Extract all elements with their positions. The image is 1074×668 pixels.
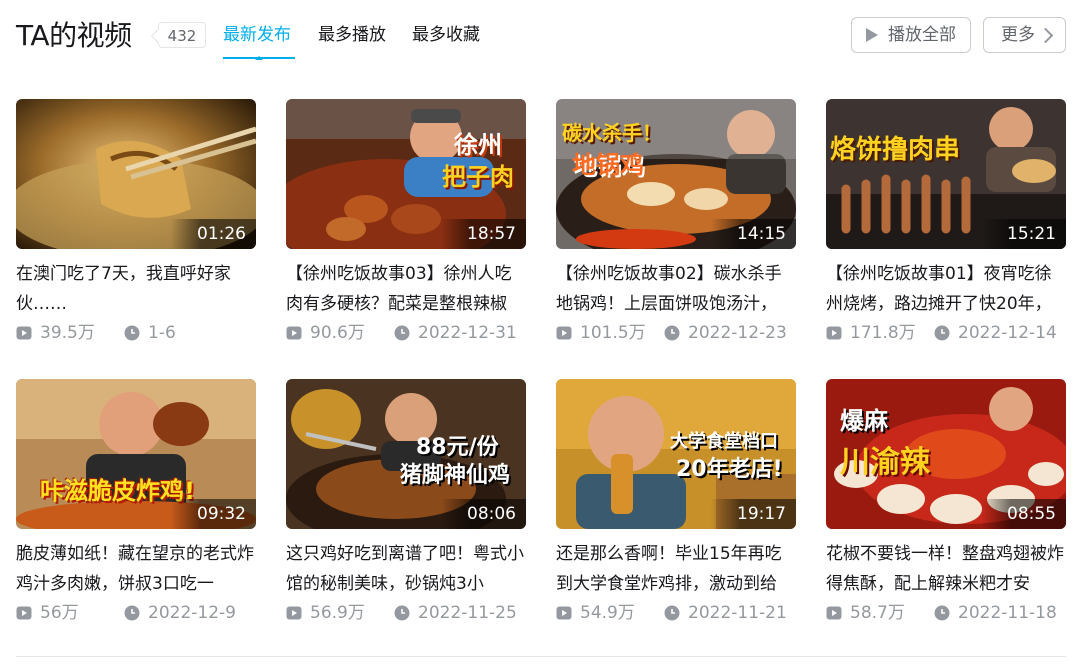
view-count: 90.6万 [310, 323, 365, 343]
thumbnail-caption: 爆麻 [840, 407, 888, 435]
play-count-icon [16, 326, 32, 340]
view-count: 58.7万 [850, 603, 905, 623]
video-count-badge: 432 [158, 22, 206, 48]
video-meta: 90.6万 2022-12-31 [286, 321, 526, 345]
video-thumbnail[interactable]: 碳水杀手！ 地锅鸡 14:15 [556, 99, 796, 249]
video-meta: 171.8万 2022-12-14 [826, 321, 1066, 345]
more-label: 更多 [1001, 25, 1035, 45]
thumbnail-caption: 川渝辣 [840, 445, 930, 480]
play-icon [866, 28, 878, 42]
video-title[interactable]: 在澳门吃了7天，我直呼好家伙…… [16, 259, 256, 319]
video-card[interactable]: 爆麻 川渝辣 08:55 花椒不要钱一样！整盘鸡翅被炸得焦酥，配上解辣米粑才安 … [826, 379, 1066, 631]
clock-icon [394, 605, 410, 621]
thumbnail-caption: 碳水杀手！ [562, 121, 662, 145]
thumbnail-caption: 地锅鸡 [572, 151, 644, 179]
video-duration: 01:26 [171, 219, 256, 249]
thumbnail-caption: 20年老店! [676, 457, 783, 482]
publish-date: 2022-11-25 [418, 603, 517, 623]
section-divider [16, 656, 1066, 657]
play-all-button[interactable]: 播放全部 [851, 17, 971, 53]
video-list-header: TA的视频 432 最新发布 最多播放 最多收藏 播放全部 更多 [0, 0, 1074, 70]
video-meta: 56.9万 2022-11-25 [286, 601, 526, 625]
play-count-icon [286, 606, 302, 620]
clock-icon [124, 605, 140, 621]
video-card[interactable]: 咔滋脆皮炸鸡! 09:32 脆皮薄如纸！藏在望京的老式炸鸡汁多肉嫩，饼叔3口吃一… [16, 379, 256, 631]
video-thumbnail[interactable]: 咔滋脆皮炸鸡! 09:32 [16, 379, 256, 529]
clock-icon [664, 605, 680, 621]
video-title[interactable]: 花椒不要钱一样！整盘鸡翅被炸得焦酥，配上解辣米粑才安 [826, 539, 1066, 599]
chevron-right-icon [1037, 27, 1054, 44]
video-card[interactable]: 徐州 把子肉 18:57 【徐州吃饭故事03】徐州人吃肉有多硬核？配菜是整根辣椒… [286, 99, 526, 351]
view-count: 56.9万 [310, 603, 365, 623]
thumbnail-caption: 徐州 [454, 131, 502, 159]
view-count: 171.8万 [850, 323, 916, 343]
video-duration: 18:57 [441, 219, 526, 249]
play-count-icon [286, 326, 302, 340]
video-card[interactable]: 烙饼撸肉串 15:21 【徐州吃饭故事01】夜宵吃徐州烧烤，路边摊开了快20年，… [826, 99, 1066, 351]
publish-date: 2022-11-18 [958, 603, 1057, 623]
thumbnail-caption: 大学食堂档口 [670, 431, 778, 452]
video-card[interactable]: 大学食堂档口 20年老店! 19:17 还是那么香啊！毕业15年再吃到大学食堂炸… [556, 379, 796, 631]
publish-date: 2022-12-14 [958, 323, 1057, 343]
thumbnail-caption: 烙饼撸肉串 [830, 135, 961, 165]
clock-icon [124, 325, 140, 341]
video-duration: 14:15 [711, 219, 796, 249]
view-count: 101.5万 [580, 323, 646, 343]
thumbnail-caption: 把子肉 [442, 163, 514, 191]
video-duration: 15:21 [981, 219, 1066, 249]
clock-icon [934, 605, 950, 621]
publish-date: 2022-11-21 [688, 603, 787, 623]
video-title[interactable]: 【徐州吃饭故事01】夜宵吃徐州烧烤，路边摊开了快20年， [826, 259, 1066, 319]
active-tab-indicator [223, 56, 295, 60]
play-all-label: 播放全部 [888, 25, 956, 45]
play-count-icon [16, 606, 32, 620]
video-title[interactable]: 脆皮薄如纸！藏在望京的老式炸鸡汁多肉嫩，饼叔3口吃一 [16, 539, 256, 599]
video-meta: 101.5万 2022-12-23 [556, 321, 796, 345]
video-duration: 09:32 [171, 499, 256, 529]
tab-most-favorited[interactable]: 最多收藏 [412, 24, 480, 46]
video-thumbnail[interactable]: 爆麻 川渝辣 08:55 [826, 379, 1066, 529]
video-card[interactable]: 碳水杀手！ 地锅鸡 14:15 【徐州吃饭故事02】碳水杀手地锅鸡！上层面饼吸饱… [556, 99, 796, 351]
publish-date: 2022-12-23 [688, 323, 787, 343]
video-duration: 08:06 [441, 499, 526, 529]
video-meta: 54.9万 2022-11-21 [556, 601, 796, 625]
more-button[interactable]: 更多 [983, 17, 1066, 53]
video-thumbnail[interactable]: 烙饼撸肉串 15:21 [826, 99, 1066, 249]
video-thumbnail[interactable]: 大学食堂档口 20年老店! 19:17 [556, 379, 796, 529]
view-count: 39.5万 [40, 323, 95, 343]
video-title[interactable]: 还是那么香啊！毕业15年再吃到大学食堂炸鸡排，激动到给 [556, 539, 796, 599]
play-count-icon [556, 606, 572, 620]
video-meta: 56万 2022-12-9 [16, 601, 256, 625]
video-thumbnail[interactable]: 徐州 把子肉 18:57 [286, 99, 526, 249]
play-count-icon [826, 606, 842, 620]
clock-icon [394, 325, 410, 341]
video-thumbnail[interactable]: 88元/份 猪脚神仙鸡 08:06 [286, 379, 526, 529]
view-count: 56万 [40, 603, 79, 623]
publish-date: 2022-12-31 [418, 323, 517, 343]
video-duration: 08:55 [981, 499, 1066, 529]
publish-date: 1-6 [148, 323, 176, 343]
video-card[interactable]: 01:26 在澳门吃了7天，我直呼好家伙…… 39.5万 1-6 [16, 99, 256, 351]
video-meta: 58.7万 2022-11-18 [826, 601, 1066, 625]
thumbnail-caption: 猪脚神仙鸡 [400, 463, 511, 488]
video-meta: 39.5万 1-6 [16, 321, 256, 345]
video-title[interactable]: 【徐州吃饭故事03】徐州人吃肉有多硬核？配菜是整根辣椒 [286, 259, 526, 319]
video-card[interactable]: 88元/份 猪脚神仙鸡 08:06 这只鸡好吃到离谱了吧！粤式小馆的秘制美味，砂… [286, 379, 526, 631]
clock-icon [664, 325, 680, 341]
play-count-icon [826, 326, 842, 340]
view-count: 54.9万 [580, 603, 635, 623]
video-title[interactable]: 这只鸡好吃到离谱了吧！粤式小馆的秘制美味，砂锅炖3小 [286, 539, 526, 599]
video-duration: 19:17 [711, 499, 796, 529]
publish-date: 2022-12-9 [148, 603, 236, 623]
clock-icon [934, 325, 950, 341]
tab-most-played[interactable]: 最多播放 [318, 24, 386, 46]
play-count-icon [556, 326, 572, 340]
section-title: TA的视频 [16, 19, 132, 52]
video-thumbnail[interactable]: 01:26 [16, 99, 256, 249]
tab-latest[interactable]: 最新发布 [223, 24, 291, 46]
video-title[interactable]: 【徐州吃饭故事02】碳水杀手地锅鸡！上层面饼吸饱汤汁， [556, 259, 796, 319]
